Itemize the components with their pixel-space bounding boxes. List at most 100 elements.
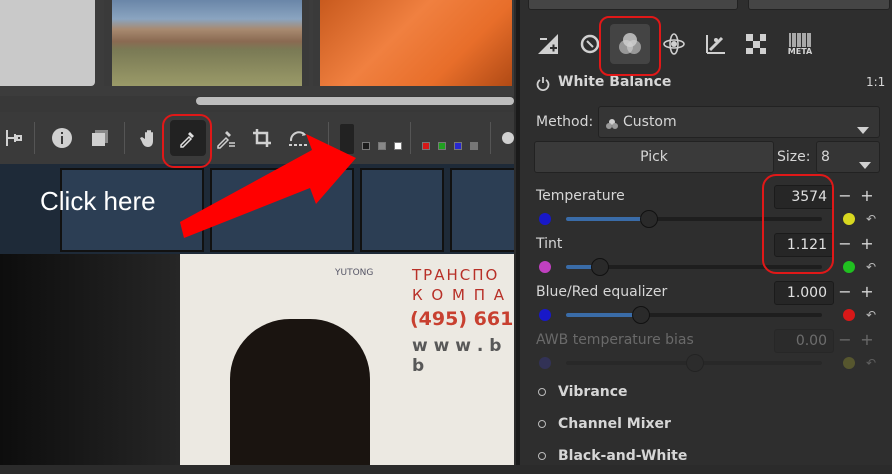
tool-panel: META White Balance 1:1 Method: Custom Pi… <box>516 0 892 465</box>
temperature-cool-swatch <box>539 213 551 225</box>
white-balance-header[interactable]: White Balance 1:1 <box>520 70 892 98</box>
awb-bias-decrement-button: − <box>838 330 852 349</box>
raw-icon[interactable] <box>736 24 776 64</box>
blue-red-increment-button[interactable]: + <box>860 282 874 301</box>
info-icon[interactable] <box>48 124 76 152</box>
tint-reset-icon[interactable]: ↶ <box>866 260 876 274</box>
annotation-ring-values <box>762 174 834 274</box>
meta-tab-label: META <box>787 46 813 56</box>
panel-top-button[interactable] <box>748 0 890 10</box>
image-editor-area: YUTONG ТРАНСПО К О М П А (495) 661 w w w… <box>0 0 514 465</box>
temperature-decrement-button[interactable]: − <box>838 186 852 205</box>
annotation-ring-color-tab <box>599 16 661 76</box>
temperature-warm-swatch <box>843 213 855 225</box>
section-title: Vibrance <box>558 384 628 400</box>
method-value: Custom <box>623 114 677 130</box>
pick-button[interactable]: Pick <box>534 141 774 173</box>
tint-decrement-button[interactable]: − <box>838 234 852 253</box>
temperature-reset-icon[interactable]: ↶ <box>866 212 876 226</box>
preview-swatch-gray[interactable] <box>378 142 386 150</box>
filmstrip-thumbnail[interactable] <box>104 0 309 86</box>
pick-button-label: Pick <box>640 149 668 165</box>
bus-text-line1: ТРАНСПО <box>412 266 500 284</box>
ratio-label: 1:1 <box>866 75 886 89</box>
toolbar-separator <box>490 122 491 154</box>
tint-magenta-swatch <box>539 261 551 273</box>
channel-luminance-icon[interactable] <box>470 142 478 150</box>
section-toggle-icon[interactable] <box>538 452 546 460</box>
tint-green-swatch <box>843 261 855 273</box>
method-label: Method: <box>536 114 594 130</box>
blue-red-red-swatch <box>843 309 855 321</box>
blue-red-label: Blue/Red equalizer <box>536 284 668 300</box>
custom-method-icon <box>605 115 619 134</box>
awb-bias-cool-swatch <box>539 357 551 369</box>
method-dropdown[interactable]: Custom <box>598 106 880 138</box>
tool-tabs: META <box>520 20 892 68</box>
annotation-ring-picker <box>162 114 212 168</box>
awb-bias-warm-swatch <box>843 357 855 369</box>
filmstrip <box>0 0 514 96</box>
blue-red-decrement-button[interactable]: − <box>838 282 852 301</box>
channel-blue-icon[interactable] <box>454 142 462 150</box>
thumbnail-image <box>112 0 302 86</box>
exposure-icon[interactable] <box>528 24 568 64</box>
blue-red-slider-handle[interactable] <box>632 306 651 324</box>
blue-red-slider-fill <box>566 313 641 317</box>
section-black-and-white[interactable]: Black-and-White <box>520 444 892 474</box>
section-toggle-icon[interactable] <box>538 388 546 396</box>
temperature-slider-fill <box>566 217 648 221</box>
bus-front-shadow <box>0 254 180 465</box>
section-title: Channel Mixer <box>558 416 671 432</box>
toolbar-separator <box>410 122 411 154</box>
tint-slider-handle[interactable] <box>591 258 610 276</box>
temperature-slider-handle[interactable] <box>639 210 658 228</box>
section-toggle-icon[interactable] <box>538 420 546 428</box>
white-balance-title: White Balance <box>558 74 672 90</box>
temperature-increment-button[interactable]: + <box>860 186 874 205</box>
filmstrip-thumbnail[interactable] <box>0 0 95 86</box>
awb-bias-reset-icon: ↶ <box>866 356 877 370</box>
hand-icon[interactable] <box>136 124 164 152</box>
meta-icon[interactable]: META <box>780 24 820 64</box>
awb-bias-value-input: 0.00 <box>774 329 834 353</box>
toolbar-separator <box>124 122 125 154</box>
awb-bias-increment-button: + <box>860 330 874 349</box>
power-icon[interactable] <box>536 76 550 95</box>
thumbnail-image <box>320 0 512 86</box>
channel-red-icon[interactable] <box>422 142 430 150</box>
blue-red-reset-icon[interactable]: ↶ <box>866 308 876 322</box>
temperature-label: Temperature <box>536 188 625 204</box>
blue-red-slider[interactable] <box>566 306 822 324</box>
awb-bias-slider <box>566 354 822 372</box>
annotation-label: Click here <box>40 186 156 216</box>
bus-text-line2: К О М П А <box>412 286 507 304</box>
compare-icon[interactable] <box>0 124 28 152</box>
transform-icon[interactable] <box>696 24 736 64</box>
size-dropdown[interactable]: 8 <box>816 141 880 173</box>
bus-phone-text: (495) 661 <box>410 308 514 330</box>
before-after-icon[interactable] <box>86 124 114 152</box>
blue-red-value-input[interactable]: 1.000 <box>774 281 834 305</box>
size-label: Size: <box>777 149 811 165</box>
filmstrip-scrollbar[interactable] <box>196 97 514 105</box>
toolbar-separator <box>34 122 35 154</box>
size-value: 8 <box>821 149 830 165</box>
tint-label: Tint <box>536 236 563 252</box>
awb-bias-label: AWB temperature bias <box>536 332 694 348</box>
focus-mask-icon[interactable] <box>502 132 514 144</box>
bus-brand-text: YUTONG <box>335 268 374 278</box>
section-vibrance[interactable]: Vibrance <box>520 380 892 410</box>
chevron-down-icon <box>857 119 869 138</box>
section-channel-mixer[interactable]: Channel Mixer <box>520 412 892 442</box>
channel-green-icon[interactable] <box>438 142 446 150</box>
tint-increment-button[interactable]: + <box>860 234 874 253</box>
filmstrip-thumbnail-selected[interactable] <box>313 0 513 86</box>
panel-top-button[interactable] <box>528 0 738 10</box>
preview-swatch-white[interactable] <box>394 142 402 150</box>
section-title: Black-and-White <box>558 448 688 464</box>
blue-red-blue-swatch <box>539 309 551 321</box>
person-head <box>230 319 370 465</box>
bus-web-text: w w w . b b <box>412 336 502 376</box>
awb-bias-slider-handle <box>686 354 704 372</box>
